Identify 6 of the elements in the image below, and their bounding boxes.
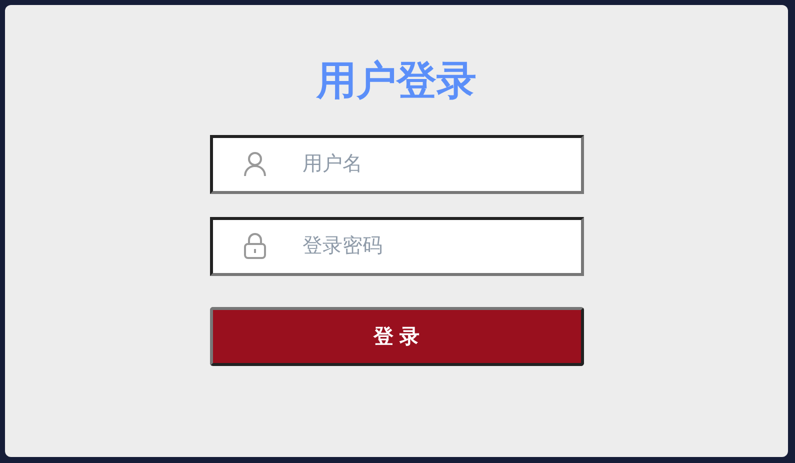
- lock-icon: [242, 233, 266, 259]
- login-button[interactable]: 登 录: [210, 307, 584, 366]
- input-field[interactable]: 用户名: [210, 135, 584, 194]
- login-title: 用户登录: [316, 58, 476, 105]
- user-icon: [242, 151, 266, 177]
- input-field[interactable]: 登录密码: [210, 217, 584, 276]
